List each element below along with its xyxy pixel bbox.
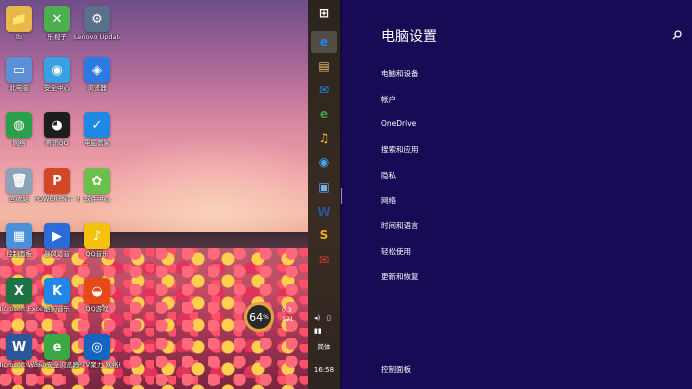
windows-icon: ⊞ xyxy=(318,6,330,20)
net-down: 121 xyxy=(282,316,294,323)
mail-icon: ✉ xyxy=(318,83,330,97)
settings-menu-item[interactable]: 隐私 xyxy=(381,170,396,181)
settings-menu-item[interactable]: 搜索和应用 xyxy=(381,144,419,155)
desktop-shortcut[interactable]: ◎ PPTV聚力 网络电视 xyxy=(74,334,120,369)
speaker-icon[interactable]: ◂) xyxy=(314,314,320,322)
app-icon: ✕ xyxy=(44,6,70,32)
360-browser-icon: e xyxy=(44,334,70,360)
desktop-shortcut[interactable]: ♪ QQ音乐 xyxy=(74,223,120,258)
taskbar: ⊞ e ▤ ✉ e ♫ ◉ ▣ W S ✉ xyxy=(308,0,340,389)
settings-menu-item[interactable]: 帐户 xyxy=(381,94,396,105)
settings-menu-item[interactable]: 更新和恢复 xyxy=(381,271,419,282)
desktop-shortcut-label: 软件中心 xyxy=(84,196,110,203)
control-panel-icon: ▦ xyxy=(6,223,32,249)
pc-settings-panel: 电脑设置 电脑和设备帐户 OneDrive 搜索和应用隐私网络时间和语言轻松使用更新… xyxy=(342,0,692,389)
clock[interactable]: 16:58 xyxy=(308,366,340,374)
qq-game-icon: ◒ xyxy=(84,278,110,304)
desktop-shortcut-label: Lenovo Update xyxy=(74,34,120,41)
word-icon: W xyxy=(317,205,331,219)
pptv-icon: ◎ xyxy=(84,334,110,360)
sogou-icon: S xyxy=(319,228,329,242)
mail-taskbar-button[interactable]: ✉ xyxy=(311,79,337,101)
word-icon: W xyxy=(6,334,32,360)
settings-menu-item[interactable]: OneDrive xyxy=(381,119,416,128)
internet-explorer-icon: e xyxy=(319,35,329,49)
desktop-shortcut[interactable]: ⚙ Lenovo Update xyxy=(74,6,120,41)
excel-icon: X xyxy=(6,278,32,304)
settings-menu-item[interactable]: 电脑和设备 xyxy=(381,68,419,79)
browser-taskbar-button[interactable]: ◉ xyxy=(311,151,337,173)
qq-music-icon: ♫ xyxy=(318,131,330,145)
desktop-shortcut[interactable]: ✓ 电脑管家 xyxy=(74,112,120,147)
network-icon: ◍ xyxy=(6,112,32,138)
network-signal-icon[interactable]: ▮▮ xyxy=(314,327,322,335)
gauge-unit: % xyxy=(263,313,269,321)
qq-music-taskbar-button[interactable]: ♫ xyxy=(311,127,337,149)
settings-title: 电脑设置 xyxy=(381,29,437,45)
search-icon[interactable] xyxy=(672,30,682,40)
desktop-taskbar-button[interactable]: ▣ xyxy=(311,176,337,198)
start-button[interactable]: ⊞ xyxy=(311,2,337,24)
desktop-shortcut-label: PPTV聚力 网络电视 xyxy=(74,362,120,369)
software-center-icon: ✿ xyxy=(84,168,110,194)
monitor-icon: ▣ xyxy=(318,180,330,194)
sogou-taskbar-button[interactable]: S xyxy=(311,224,337,246)
kugou-icon: K xyxy=(44,278,70,304)
desktop-shortcut[interactable]: ✿ 软件中心 xyxy=(74,168,120,203)
desktop-shortcut[interactable]: ◈ 浏览器 xyxy=(74,57,120,92)
ie-taskbar-button[interactable]: e xyxy=(311,31,337,53)
word-taskbar-button[interactable]: W xyxy=(311,201,337,223)
recycle-bin-icon: 🗑 xyxy=(6,168,32,194)
lenovo-update-icon: ⚙ xyxy=(84,6,110,32)
shield-app-icon: ◉ xyxy=(44,57,70,83)
desktop-shortcut-label: 电脑管家 xyxy=(84,140,110,147)
gauge-value: 64 xyxy=(249,310,264,324)
settings-menu-item[interactable]: 时间和语言 xyxy=(381,220,419,231)
qq-icon: ◕ xyxy=(44,112,70,138)
settings-menu-item[interactable]: 轻松使用 xyxy=(381,246,411,257)
computer-icon: ▭ xyxy=(6,57,32,83)
browser-icon: ◈ xyxy=(84,57,110,83)
powerpoint-icon: P xyxy=(44,168,70,194)
qq-music-icon: ♪ xyxy=(84,223,110,249)
battery-icon[interactable]: ▯ xyxy=(327,314,331,322)
mail-client-taskbar-button[interactable]: ✉ xyxy=(311,249,337,271)
desktop-shortcut-label: QQ音乐 xyxy=(85,251,109,258)
desktop-shortcut-label: QQ游戏 xyxy=(85,306,109,313)
settings-menu-item[interactable]: 网络 xyxy=(381,195,396,206)
net-up: 0.3 xyxy=(282,307,292,314)
browser-icon: ◉ xyxy=(318,155,330,169)
media-player-icon: ▶ xyxy=(44,223,70,249)
control-panel-link[interactable]: 控制面板 xyxy=(381,364,411,375)
explorer-taskbar-button[interactable]: ▤ xyxy=(311,55,337,77)
desktop-shortcut-label: 浏览器 xyxy=(87,85,107,92)
folder-icon: 📁 xyxy=(6,6,32,32)
pc-manager-icon: ✓ xyxy=(84,112,110,138)
input-method-indicator[interactable]: 简体 xyxy=(308,341,340,351)
desktop-shortcut[interactable]: ◒ QQ游戏 xyxy=(74,278,120,313)
envelope-icon: ✉ xyxy=(318,253,330,267)
360-taskbar-button[interactable]: e xyxy=(311,103,337,125)
360-icon: e xyxy=(319,107,329,121)
performance-gauge[interactable]: 64% xyxy=(244,302,274,332)
file-explorer-icon: ▤ xyxy=(318,59,330,73)
network-speed: 0.3 121 xyxy=(282,306,293,324)
